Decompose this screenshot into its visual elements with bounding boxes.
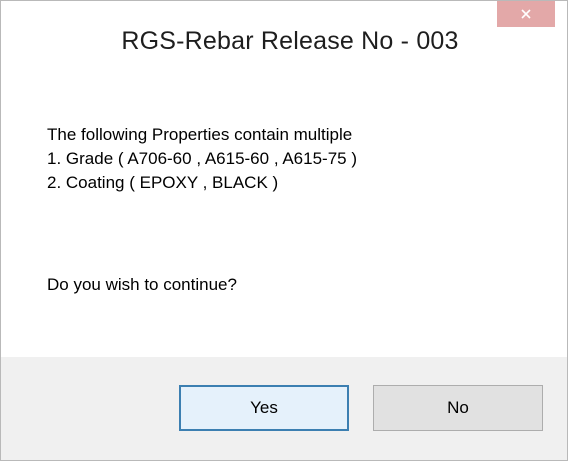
- button-bar: Yes No: [1, 357, 567, 460]
- no-button[interactable]: No: [373, 385, 543, 431]
- close-icon: [521, 9, 531, 19]
- title-bar[interactable]: RGS-Rebar Release No - 003: [1, 1, 567, 85]
- close-button[interactable]: [497, 1, 555, 27]
- message-dialog: RGS-Rebar Release No - 003 The following…: [0, 0, 568, 461]
- message-line: 2. Coating ( EPOXY , BLACK ): [47, 173, 279, 192]
- message-line: 1. Grade ( A706-60 , A615-60 , A615-75 ): [47, 149, 357, 168]
- yes-button[interactable]: Yes: [179, 385, 349, 431]
- message-line: The following Properties contain multipl…: [47, 125, 353, 144]
- dialog-title: RGS-Rebar Release No - 003: [121, 27, 459, 55]
- dialog-content: The following Properties contain multipl…: [1, 85, 567, 357]
- dialog-message: The following Properties contain multipl…: [47, 123, 357, 195]
- dialog-question: Do you wish to continue?: [47, 275, 237, 294]
